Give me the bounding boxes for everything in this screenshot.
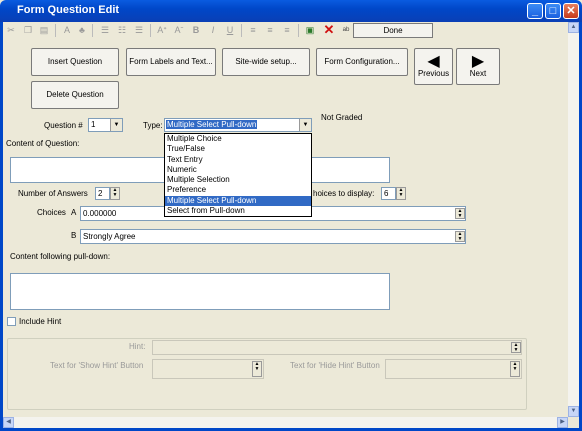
scroll-down-icon[interactable]: ▼ <box>568 406 579 417</box>
hide-hint-input[interactable]: ▲ ▼ <box>385 359 522 379</box>
choices-to-display-value: 6 <box>384 189 389 198</box>
form-configuration-button[interactable]: Form Configuration... <box>316 48 408 76</box>
question-number-label: Question # <box>44 121 83 130</box>
next-arrow-icon: ▶ <box>471 53 485 70</box>
number-of-answers-input[interactable]: 2 <box>95 187 110 200</box>
chevron-down-icon[interactable]: ▼ <box>110 119 122 131</box>
window-frame-left <box>0 22 3 431</box>
next-button[interactable]: ▶ Next <box>456 48 500 85</box>
question-number-value: 1 <box>91 120 96 129</box>
choice-a-letter: A <box>71 208 77 217</box>
window-title: Form Question Edit <box>17 4 120 16</box>
previous-button[interactable]: ◀ Previous <box>414 48 453 85</box>
form-labels-button[interactable]: Form Labels and Text... <box>126 48 216 76</box>
align-left-icon[interactable]: ≡ <box>247 24 259 36</box>
toolbar-separator <box>92 24 93 37</box>
type-label: Type: <box>143 121 163 130</box>
copy-icon[interactable]: ❐ <box>22 24 34 36</box>
hint-scroll[interactable]: ▲ ▼ <box>511 342 521 353</box>
choice-a-value: 0.000000 <box>83 209 117 218</box>
dropdown-option[interactable]: Preference <box>165 185 311 195</box>
choice-a-scroll[interactable]: ▲ ▼ <box>455 208 465 219</box>
choices-label: Choices <box>37 208 66 217</box>
delete-question-button[interactable]: Delete Question <box>31 81 119 109</box>
paste-icon[interactable]: ▤ <box>38 24 50 36</box>
font-larger-icon[interactable]: Aᐩ <box>156 24 168 36</box>
include-hint-label: Include Hint <box>19 317 62 326</box>
done-button[interactable]: Done <box>353 23 433 38</box>
choice-b-value: Strongly Agree <box>83 232 136 241</box>
indent-list-icon[interactable]: ☰ <box>133 24 145 36</box>
show-hint-label: Text for 'Show Hint' Button <box>50 361 144 370</box>
horizontal-scrollbar[interactable]: ◀ ▶ <box>3 417 568 428</box>
content-of-question-label: Content of Question: <box>6 139 80 148</box>
italic-icon[interactable]: I <box>207 24 219 36</box>
question-type-select[interactable]: Multiple Select Pull-down ▼ <box>164 118 312 132</box>
insert-question-button[interactable]: Insert Question <box>31 48 119 76</box>
minimize-button[interactable]: _ <box>527 3 543 19</box>
scroll-up-icon[interactable]: ▲ <box>568 22 579 33</box>
font-icon[interactable]: A <box>61 24 73 36</box>
hint-input[interactable]: ▲ ▼ <box>152 340 522 355</box>
title-bar: Form Question Edit _ □ ✕ <box>0 0 582 22</box>
dropdown-option[interactable]: Multiple Choice <box>165 134 311 144</box>
hint-label: Hint: <box>129 342 146 351</box>
content-following-label: Content following pull-down: <box>10 252 111 261</box>
choices-to-display-input[interactable]: 6 <box>381 187 396 200</box>
number-of-answers-label: Number of Answers <box>18 189 88 198</box>
next-label: Next <box>469 69 487 78</box>
dropdown-option[interactable]: Multiple Selection <box>165 175 311 185</box>
choices-to-display-spinner[interactable]: ▲ ▼ <box>396 187 406 200</box>
font-smaller-icon[interactable]: Aˉ <box>173 24 185 36</box>
dropdown-option[interactable]: True/False <box>165 144 311 154</box>
close-button[interactable]: ✕ <box>563 3 579 19</box>
toolbar-separator <box>298 24 299 37</box>
numbered-list-icon[interactable]: ☷ <box>116 24 128 36</box>
chevron-down-icon[interactable]: ▼ <box>299 119 311 131</box>
align-center-icon[interactable]: ≡ <box>264 24 276 36</box>
align-right-icon[interactable]: ≡ <box>281 24 293 36</box>
question-type-dropdown[interactable]: Multiple Choice True/False Text Entry Numer… <box>164 133 312 217</box>
choice-b-scroll[interactable]: ▲ ▼ <box>455 231 465 242</box>
toolbar-separator <box>241 24 242 37</box>
toolbar-separator <box>150 24 151 37</box>
show-hint-scroll[interactable]: ▲ ▼ <box>252 361 262 377</box>
scroll-left-icon[interactable]: ◀ <box>3 417 14 428</box>
dropdown-option[interactable]: Select from Pull-down <box>165 206 311 216</box>
bold-icon[interactable]: B <box>190 24 202 36</box>
color-icon[interactable]: ♣ <box>76 24 88 36</box>
choices-to-display-label: hoices to display: <box>313 189 375 198</box>
number-of-answers-value: 2 <box>98 189 103 198</box>
previous-arrow-icon: ◀ <box>427 53 440 70</box>
graded-status: Not Graded <box>321 113 363 122</box>
number-of-answers-spinner[interactable]: ▲ ▼ <box>110 187 120 200</box>
dropdown-option[interactable]: Text Entry <box>165 155 311 165</box>
bullet-list-icon[interactable]: ☰ <box>99 24 111 36</box>
cut-icon[interactable]: ✂ <box>5 24 17 36</box>
include-hint-checkbox[interactable] <box>7 317 16 326</box>
show-hint-input[interactable]: ▲ ▼ <box>152 359 264 379</box>
dropdown-option[interactable]: Multiple Select Pull-down <box>165 195 311 207</box>
insert-image-icon[interactable]: ▣ <box>304 24 316 36</box>
hide-hint-label: Text for 'Hide Hint' Button <box>290 361 380 370</box>
question-type-value: Multiple Select Pull-down <box>166 120 258 129</box>
hide-hint-scroll[interactable]: ▲ ▼ <box>510 361 520 377</box>
maximize-button[interactable]: □ <box>545 3 561 19</box>
content-following-input[interactable] <box>10 273 390 310</box>
toolbar-separator <box>55 24 56 37</box>
spellcheck-icon[interactable]: ᵃᵇ <box>340 24 352 36</box>
delete-icon[interactable]: ✕ <box>323 23 335 36</box>
choice-b-input[interactable]: Strongly Agree ▲ ▼ <box>80 229 466 244</box>
scroll-right-icon[interactable]: ▶ <box>557 417 568 428</box>
question-number-select[interactable]: 1 ▼ <box>88 118 123 132</box>
dropdown-option[interactable]: Numeric <box>165 165 311 175</box>
previous-label: Previous <box>417 69 450 78</box>
vertical-scrollbar[interactable]: ▲ ▼ <box>568 22 579 417</box>
underline-icon[interactable]: U <box>224 24 236 36</box>
site-wide-setup-button[interactable]: Site-wide setup... <box>222 48 310 76</box>
choice-b-letter: B <box>71 231 77 240</box>
